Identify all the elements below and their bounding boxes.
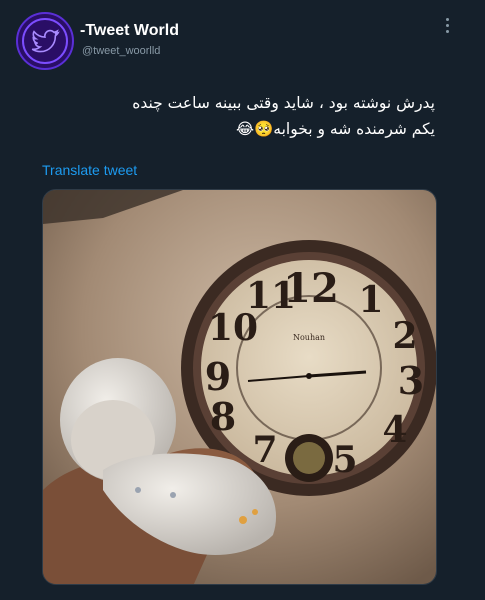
tweet-media-image[interactable]: Nouhan 12 1 2 3 4 5 7 8 9 10 11 — [42, 189, 437, 585]
clock-number: 2 — [392, 315, 417, 357]
user-handle[interactable]: @tweet_woorlld — [82, 45, 160, 57]
clock-number: 4 — [382, 409, 407, 451]
display-name[interactable]: -Tweet World — [80, 22, 179, 40]
clock-brand: Nouhan — [293, 333, 325, 342]
translate-tweet-link[interactable]: Translate tweet — [42, 162, 137, 178]
vertical-ellipsis-icon[interactable] — [441, 16, 453, 38]
clock-number: 9 — [205, 354, 231, 399]
clock-number: 5 — [332, 439, 357, 481]
twitter-bird-logo-icon — [22, 18, 68, 64]
clock-number: 3 — [398, 358, 424, 403]
media-illustration: Nouhan 12 1 2 3 4 5 7 8 9 10 11 — [43, 190, 436, 584]
clock-number: 11 — [246, 275, 296, 317]
clock-number: 8 — [210, 394, 236, 439]
avatar[interactable] — [16, 12, 74, 70]
tweet-text-line-1: پدرش نوشته بود ، شاید وقتی ببینه ساعت چن… — [132, 94, 435, 112]
clock-number: 7 — [252, 429, 277, 471]
clock-number: 1 — [358, 279, 383, 321]
tweet-text-line-2: یکم شرمنده شه و بخوابه🥺😂 — [235, 120, 435, 138]
tweet-text: پدرش نوشته بود ، شاید وقتی ببینه ساعت چن… — [55, 90, 435, 142]
